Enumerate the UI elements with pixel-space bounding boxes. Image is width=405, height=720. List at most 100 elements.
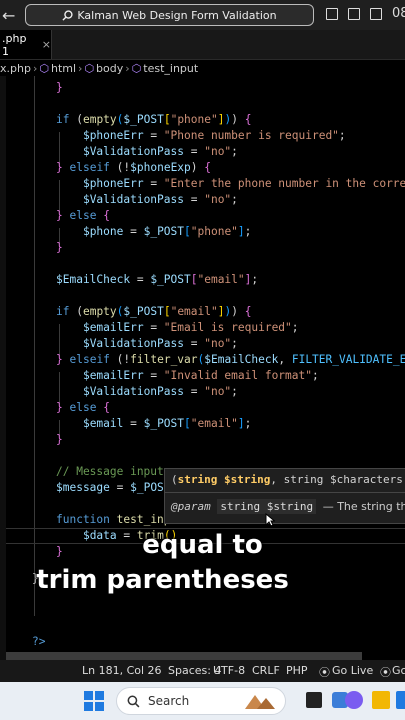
code-token: }: [56, 161, 63, 174]
code-line[interactable]: $phone = $_POST["phone"];: [56, 224, 251, 240]
code-line[interactable]: $message = $_POST: [56, 480, 171, 496]
toggle-panel-icon[interactable]: [348, 8, 360, 20]
code-token: (: [109, 353, 124, 366]
code-line[interactable]: function test_inp: [56, 512, 171, 528]
search-text: Kalman Web Design Form Validation: [77, 8, 277, 22]
code-token: {: [244, 113, 252, 126]
task-view-icon[interactable]: [306, 692, 322, 708]
code-token: ;: [231, 385, 238, 398]
code-token: }: [56, 209, 63, 222]
code-token: [: [163, 113, 171, 126]
code-token: test_inp: [116, 513, 171, 526]
code-token: "Invalid email format": [163, 369, 312, 382]
code-token: $ValidationPass: [82, 145, 184, 158]
cursor-position[interactable]: Ln 181, Col 26: [82, 664, 162, 677]
code-token: "email": [170, 305, 218, 318]
code-line[interactable]: } else {: [56, 400, 110, 416]
code-token: ]: [237, 417, 245, 430]
file-explorer-icon[interactable]: [372, 691, 390, 709]
code-token: ;: [291, 321, 299, 334]
tab-label: .php 1: [2, 31, 27, 58]
toggle-primary-sidebar-icon[interactable]: [326, 8, 338, 20]
go-live-button[interactable]: Go Live: [332, 664, 373, 677]
param1-type: string: [177, 473, 218, 486]
code-line[interactable]: $phoneErr = "Enter the phone number in t…: [56, 176, 405, 192]
code-token: {: [204, 161, 212, 174]
code-line[interactable]: // Message input: [56, 464, 164, 480]
code-line[interactable]: $ValidationPass = "no";: [56, 192, 238, 208]
extra-status[interactable]: Gc: [392, 664, 405, 677]
code-token: =: [123, 225, 144, 238]
code-line[interactable]: } elseif (!filter_var($EmailCheck, FILTE…: [56, 352, 405, 368]
code-token: [: [163, 305, 171, 318]
close-icon[interactable]: ×: [42, 38, 51, 51]
code-token: ;: [311, 369, 319, 382]
code-token: $ValidationPass: [82, 193, 184, 206]
back-arrow-icon[interactable]: ←: [2, 6, 15, 25]
breadcrumb-file[interactable]: x.php: [0, 62, 31, 75]
code-token: $phone: [82, 225, 124, 238]
window-label: 08: [392, 6, 405, 21]
taskbar-search[interactable]: Search: [116, 687, 286, 715]
code-line[interactable]: }: [56, 80, 63, 96]
code-token: filter_var: [130, 353, 198, 366]
code-token: (: [69, 305, 83, 318]
chat-icon[interactable]: [345, 691, 363, 709]
code-token: ;: [251, 273, 259, 286]
code-token: =: [143, 129, 164, 142]
windows-start-icon[interactable]: [84, 691, 104, 711]
code-line[interactable]: $phoneErr = "Phone number is required";: [56, 128, 346, 144]
code-token: =: [130, 273, 151, 286]
code-line[interactable]: $EmailCheck = $_POST["email"];: [56, 272, 258, 288]
code-line[interactable]: }: [56, 432, 63, 448]
code-line[interactable]: $ValidationPass = "no";: [56, 144, 238, 160]
line-ending[interactable]: CRLF: [252, 664, 280, 677]
code-line[interactable]: }: [56, 240, 63, 256]
code-line[interactable]: $emailErr = "Invalid email format";: [56, 368, 319, 384]
code-line[interactable]: $ValidationPass = "no";: [56, 384, 238, 400]
code-token: $phoneExp: [130, 161, 191, 174]
chevron-right-icon: ›: [125, 61, 130, 75]
param1-name: $string: [224, 473, 271, 486]
encoding[interactable]: UTF-8: [213, 664, 245, 677]
code-line[interactable]: } elseif (!$phoneExp) {: [56, 160, 211, 176]
command-center-search[interactable]: Kalman Web Design Form Validation: [25, 4, 314, 26]
breadcrumb-item-test-input[interactable]: test_input: [143, 62, 198, 75]
toggle-secondary-sidebar-icon[interactable]: [370, 8, 382, 20]
code-token: $emailErr: [82, 369, 144, 382]
notification-icon: ⦿: [380, 666, 391, 679]
code-token: empty: [82, 113, 117, 126]
code-line[interactable]: } else {: [56, 208, 110, 224]
horizontal-scrollbar[interactable]: [6, 652, 362, 660]
code-line[interactable]: $email = $_POST["email"];: [56, 416, 251, 432]
code-line[interactable]: $ValidationPass = "no";: [56, 336, 238, 352]
code-token: ): [231, 113, 238, 126]
code-token: $message: [56, 481, 110, 494]
breadcrumb-item-html[interactable]: html: [51, 62, 76, 75]
param2-type: string: [283, 473, 324, 486]
breadcrumb-item-body[interactable]: body: [96, 62, 123, 75]
code-token: $EmailCheck: [204, 353, 279, 366]
code-token: $_POST: [123, 305, 164, 318]
title-bar: ← Kalman Web Design Form Validation 08: [0, 0, 405, 30]
code-line[interactable]: $emailErr = "Email is required";: [56, 320, 299, 336]
code-token: }: [56, 401, 63, 414]
app-icon[interactable]: [396, 691, 405, 709]
code-token: }: [56, 81, 63, 94]
breadcrumb: x.php › ⬡ html › ⬡ body › ⬡ test_input: [0, 60, 405, 76]
code-line[interactable]: if (empty($_POST["phone"])) {: [56, 112, 251, 128]
code-token: empty: [82, 305, 117, 318]
code-token: [: [184, 417, 191, 430]
chevron-right-icon: ›: [32, 61, 38, 75]
language-mode[interactable]: PHP: [286, 664, 308, 677]
code-line[interactable]: if (empty($_POST["email"])) {: [56, 304, 251, 320]
tab-active-file[interactable]: .php 1 ×: [0, 30, 52, 59]
code-token: =: [184, 337, 205, 350]
